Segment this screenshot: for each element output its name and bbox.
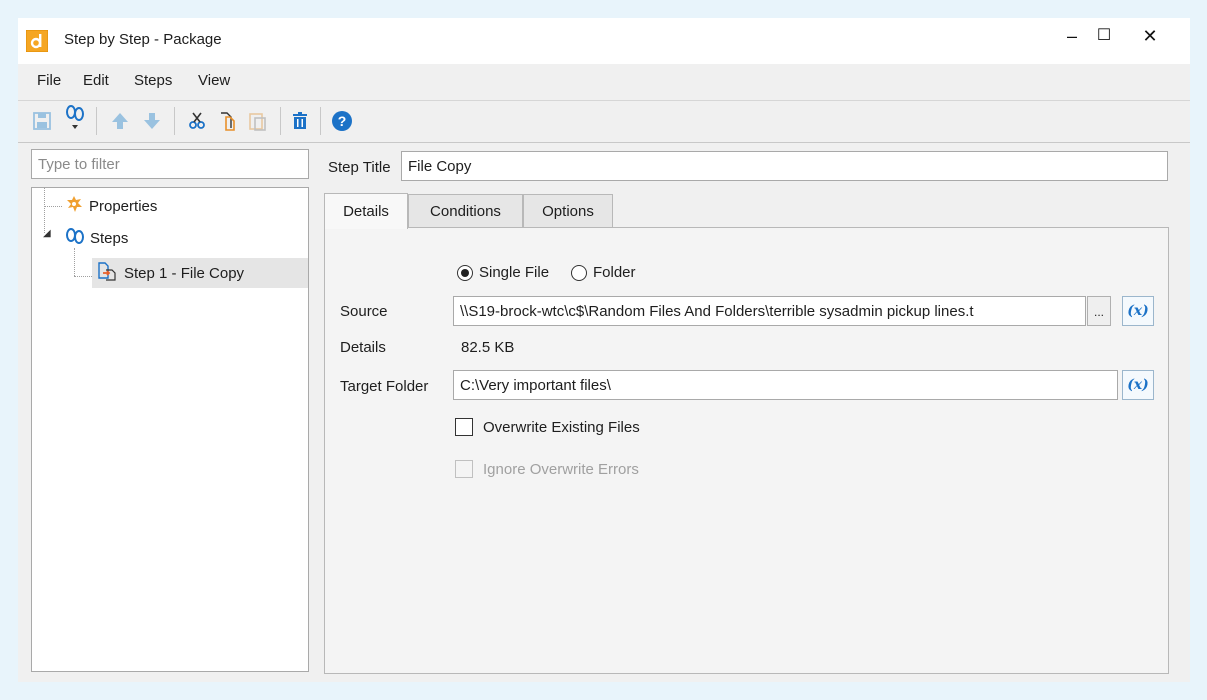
step-tree: Properties ◢ Steps Step 1 - File Copy [31,187,309,672]
menu-bar: File Edit Steps View [18,64,1190,98]
toolbar: ? [18,100,1190,141]
toolbar-separator [280,107,281,135]
close-button[interactable]: ✕ [1136,22,1164,50]
source-variable-button[interactable]: (x) [1122,296,1154,326]
steps-icon [64,227,86,249]
toolbar-separator [174,107,175,135]
tree-line [44,188,46,233]
window-title: Step by Step - Package [64,31,222,48]
tab-conditions[interactable]: Conditions [408,194,523,228]
browse-button[interactable]: ... [1087,296,1111,326]
radio-circle [457,264,473,281]
tree-item-step1[interactable]: Step 1 - File Copy [92,258,308,288]
source-label: Source [340,303,388,320]
tree-item-label: Properties [89,197,158,215]
single-file-radio[interactable]: Single File [457,264,549,281]
target-folder-label: Target Folder [340,378,429,395]
details-label: Details [340,339,386,356]
svg-text:?: ? [338,113,347,129]
move-up-icon[interactable] [108,109,132,133]
ignore-errors-checkbox[interactable]: Ignore Overwrite Errors [455,460,639,478]
tree-item-label: Steps [90,229,129,247]
move-down-icon[interactable] [140,109,164,133]
title-bar: Step by Step - Package – ☐ ✕ [18,18,1190,64]
add-step-icon[interactable] [63,105,87,129]
radio-label: Single File [479,264,550,281]
menu-steps[interactable]: Steps [134,72,172,89]
menu-file[interactable]: File [37,72,61,89]
file-copy-icon [96,261,118,285]
tree-item-label: Step 1 - File Copy [124,264,245,282]
tree-item-steps[interactable]: Steps [64,224,128,252]
toolbar-separator [96,107,97,135]
tree-item-properties[interactable]: Properties [65,192,157,220]
menu-view[interactable]: View [198,72,230,89]
overwrite-checkbox[interactable]: Overwrite Existing Files [455,418,640,436]
collapse-arrow-icon[interactable]: ◢ [43,228,51,239]
help-icon[interactable]: ? [330,109,354,133]
radio-circle [571,264,587,281]
toolbar-divider [18,142,1190,143]
copy-icon[interactable] [216,109,240,133]
menu-edit[interactable]: Edit [83,72,109,89]
step-title-label: Step Title [328,159,391,176]
checkbox-box [455,418,473,436]
target-folder-input[interactable] [453,370,1118,400]
properties-icon [65,195,83,217]
tab-details[interactable]: Details [324,193,408,229]
cut-icon[interactable] [185,109,209,133]
source-input[interactable] [453,296,1086,326]
folder-radio[interactable]: Folder [571,264,636,281]
paste-icon[interactable] [246,109,270,133]
main-window: Step by Step - Package – ☐ ✕ File Edit S… [18,18,1190,682]
radio-dot [461,268,469,277]
checkbox-label: Overwrite Existing Files [483,418,640,436]
toolbar-separator [320,107,321,135]
save-icon[interactable] [30,109,54,133]
radio-label: Folder [593,264,636,281]
checkbox-box [455,460,473,478]
tree-line [74,276,92,278]
maximize-button[interactable]: ☐ [1090,22,1118,50]
app-logo-icon [25,29,49,53]
target-variable-button[interactable]: (x) [1122,370,1154,400]
tree-line [74,248,76,276]
step-title-input[interactable] [401,151,1168,181]
tab-options[interactable]: Options [523,194,613,228]
checkbox-label: Ignore Overwrite Errors [483,460,639,478]
minimize-button[interactable]: – [1058,22,1086,50]
file-size-value: 82.5 KB [461,339,515,356]
tree-line [44,206,62,208]
delete-icon[interactable] [288,109,312,133]
filter-input[interactable] [31,149,309,179]
details-panel: Single File Folder Source ... (x) Detail… [324,227,1169,674]
